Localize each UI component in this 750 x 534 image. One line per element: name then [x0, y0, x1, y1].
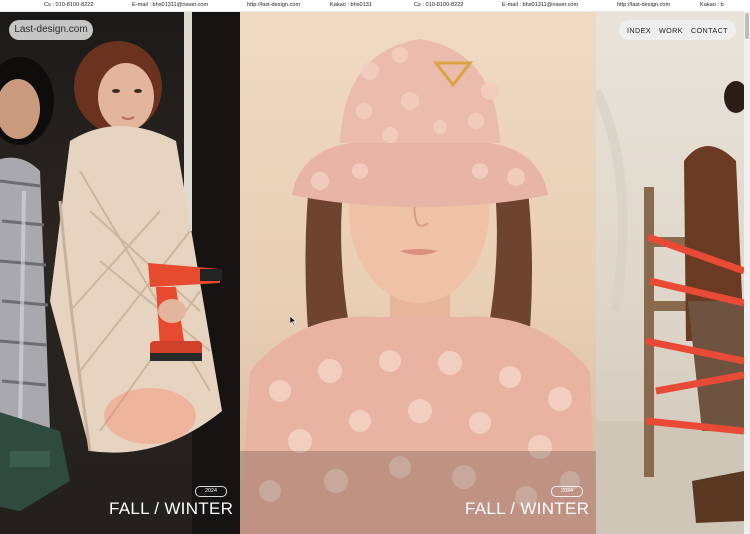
slide-left[interactable]: 2024 FALL / WINTER: [0, 11, 240, 534]
scrollbar-thumb[interactable]: [745, 13, 749, 39]
ticker-item: 1: [0, 0, 44, 11]
ticker-item: Cs : 010-8100-8222: [44, 2, 94, 8]
nav-index[interactable]: INDEX: [627, 26, 651, 35]
nav-work[interactable]: WORK: [659, 26, 683, 35]
slide-title[interactable]: FALL / WINTER: [109, 499, 233, 519]
ticker-track: 1 Cs : 010-8100-8222 E-mail : bhs01311@n…: [0, 0, 750, 11]
page: 1 Cs : 010-8100-8222 E-mail : bhs01311@n…: [0, 0, 750, 534]
ticker-item: Cs : 010-8100-8222: [414, 2, 464, 8]
year-badge: 2024: [551, 486, 583, 497]
site-logo[interactable]: Last-design.com: [9, 20, 93, 40]
ticker-item: E-mail : bhs01311@naver.com: [502, 2, 579, 8]
slide-right[interactable]: [596, 11, 744, 534]
ticker-item: E-mail : bhs01311@naver.com: [132, 2, 209, 8]
mouse-pointer-icon: [290, 316, 296, 326]
main-nav: INDEX WORK CONTACT: [619, 20, 736, 40]
left-photo: [0, 11, 240, 534]
right-photo: [596, 81, 744, 534]
slide-center[interactable]: 2024 FALL / WINTER: [240, 11, 596, 534]
ticker-item: http://last-design.com: [247, 2, 301, 8]
nav-contact[interactable]: CONTACT: [691, 26, 728, 35]
ticker-item: Kakao : bhs0131: [330, 2, 372, 8]
ticker-item: Kakao : b: [700, 2, 724, 8]
center-photo: [240, 39, 596, 534]
year-badge: 2024: [195, 486, 227, 497]
scrollbar[interactable]: [744, 11, 750, 534]
contact-ticker: 1 Cs : 010-8100-8222 E-mail : bhs01311@n…: [0, 0, 750, 12]
slide-title[interactable]: FALL / WINTER: [465, 499, 589, 519]
ticker-item: http://last-design.com: [617, 2, 671, 8]
